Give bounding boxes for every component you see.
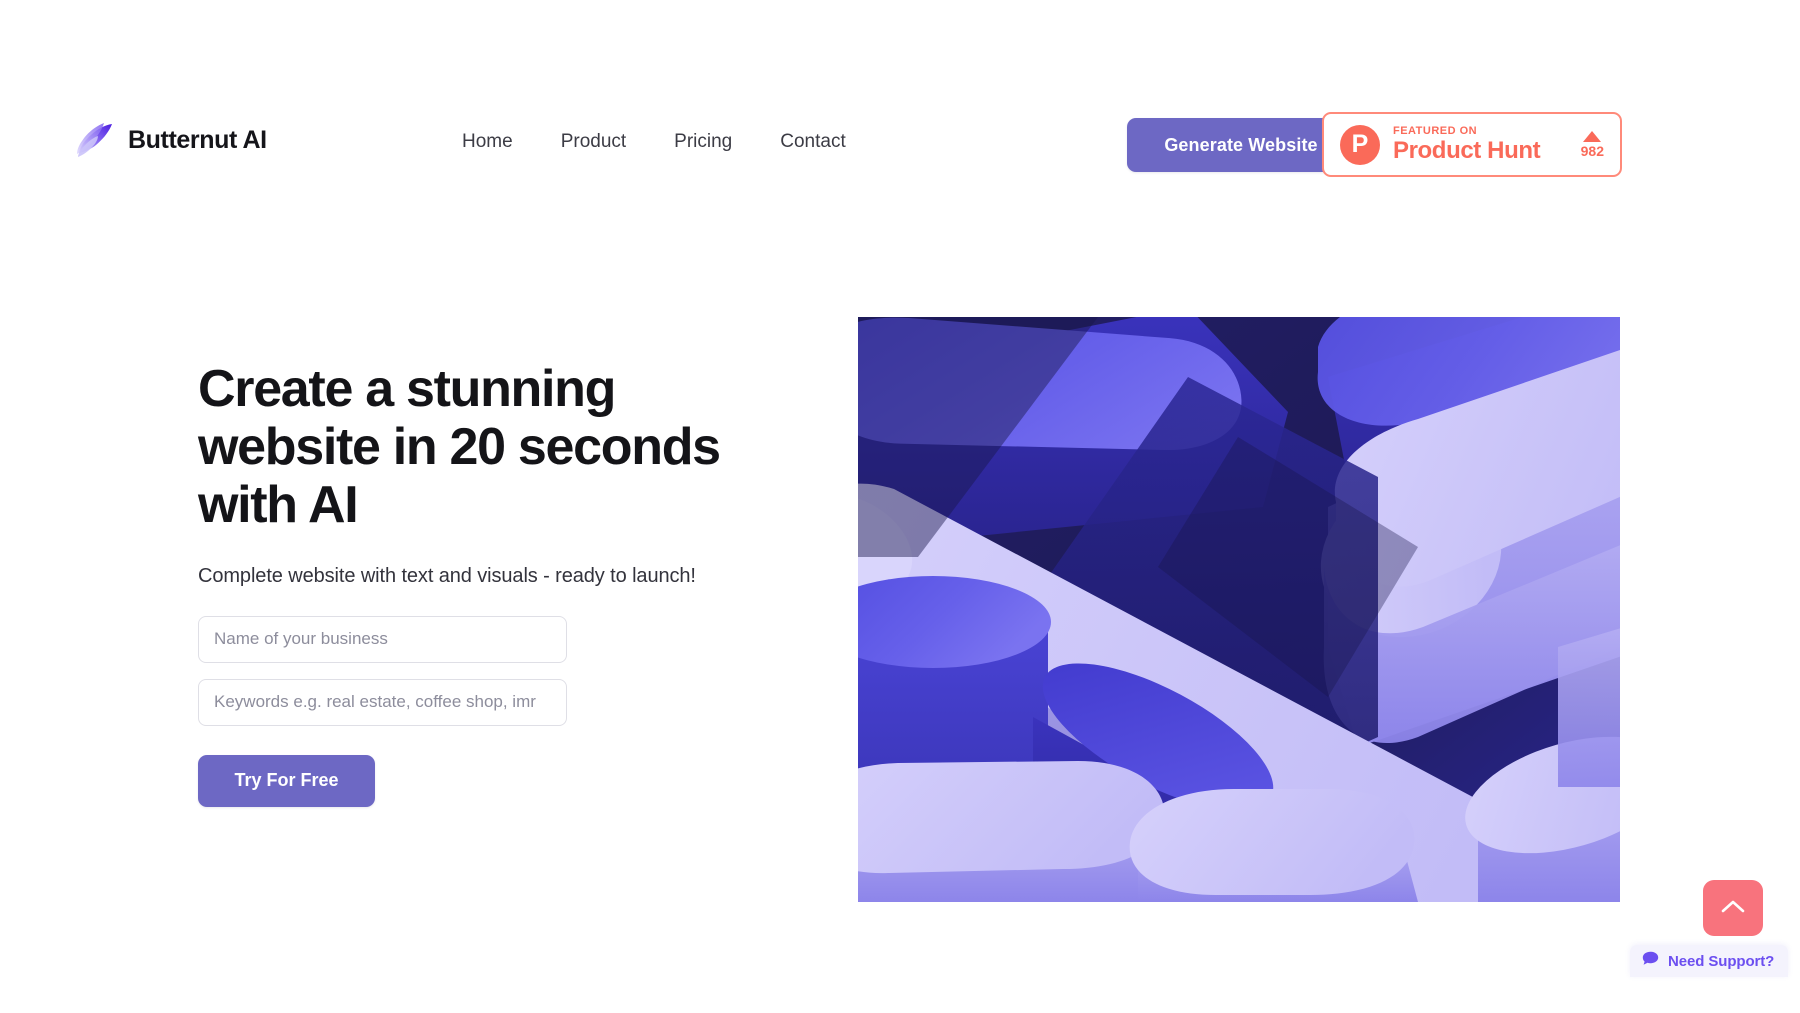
hero-copy: Create a stunning website in 20 seconds … bbox=[198, 360, 798, 807]
hero-subtitle: Complete website with text and visuals -… bbox=[198, 564, 696, 587]
main-nav: Home Product Pricing Contact bbox=[462, 132, 846, 151]
scroll-to-top-button[interactable] bbox=[1703, 880, 1763, 936]
chat-bubble-icon bbox=[1642, 951, 1659, 971]
header-actions: Generate Website bbox=[1127, 118, 1355, 172]
product-hunt-upvote-count: 982 bbox=[1580, 143, 1604, 159]
feather-logo-icon bbox=[74, 120, 116, 160]
nav-item-product[interactable]: Product bbox=[561, 132, 626, 151]
nav-item-contact[interactable]: Contact bbox=[780, 132, 845, 151]
site-header: Butternut AI Home Product Pricing Contac… bbox=[0, 0, 1800, 185]
need-support-widget[interactable]: Need Support? bbox=[1630, 945, 1789, 977]
hero-section: Create a stunning website in 20 seconds … bbox=[0, 185, 1800, 1013]
need-support-label: Need Support? bbox=[1668, 952, 1775, 970]
hero-form bbox=[198, 615, 567, 726]
keywords-input[interactable] bbox=[198, 678, 567, 726]
product-hunt-logo-icon: P bbox=[1340, 124, 1380, 165]
nav-item-pricing[interactable]: Pricing bbox=[674, 132, 732, 151]
product-hunt-badge[interactable]: P FEATURED ON Product Hunt 982 bbox=[1322, 112, 1622, 177]
product-hunt-text: FEATURED ON Product Hunt bbox=[1393, 125, 1564, 165]
product-hunt-votes: 982 bbox=[1577, 131, 1604, 158]
page-title: Create a stunning website in 20 seconds … bbox=[198, 360, 721, 535]
generate-website-button[interactable]: Generate Website bbox=[1127, 118, 1355, 172]
try-for-free-button[interactable]: Try For Free bbox=[198, 754, 375, 807]
product-hunt-logo-letter: P bbox=[1351, 130, 1369, 158]
business-name-input[interactable] bbox=[198, 615, 567, 663]
hero-visual-image bbox=[858, 317, 1620, 902]
caret-up-icon bbox=[1583, 131, 1602, 142]
nav-item-home[interactable]: Home bbox=[462, 132, 513, 151]
brand-logo[interactable]: Butternut AI bbox=[74, 118, 267, 162]
product-hunt-kicker: FEATURED ON bbox=[1393, 124, 1478, 137]
chevron-up-icon bbox=[1721, 899, 1745, 917]
brand-name: Butternut AI bbox=[128, 125, 267, 154]
product-hunt-title: Product Hunt bbox=[1393, 136, 1541, 164]
